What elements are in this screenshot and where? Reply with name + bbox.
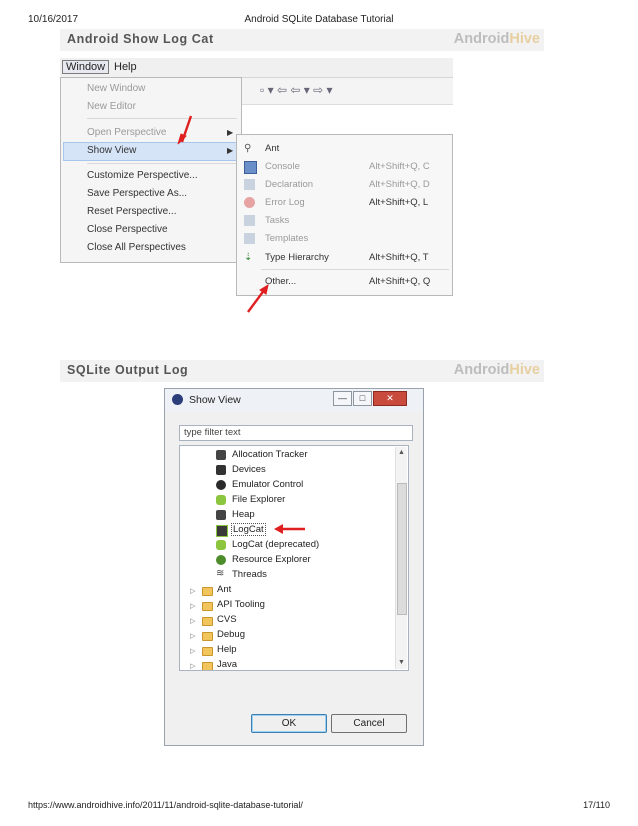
androidhive-logo: AndroidHive xyxy=(453,362,540,378)
banner-sqlite-output-log: SQLite Output Log AndroidHive xyxy=(60,360,544,382)
androidhive-logo: AndroidHive xyxy=(453,31,540,47)
banner-title: SQLite Output Log xyxy=(67,363,189,377)
logcat-annotation xyxy=(274,524,305,534)
red-arrow-other xyxy=(247,288,266,313)
banner-show-log-cat: Android Show Log Cat AndroidHive xyxy=(60,29,544,51)
footer-page-number: 17/110 xyxy=(583,800,610,810)
annotation-arrows xyxy=(177,115,269,313)
banner-title: Android Show Log Cat xyxy=(67,32,214,46)
cancel-button[interactable]: Cancel xyxy=(331,714,407,733)
arrowhead-icon xyxy=(274,524,283,534)
footer-url[interactable]: https://www.androidhive.info/2011/11/and… xyxy=(28,800,303,810)
header-title: Android SQLite Database Tutorial xyxy=(244,14,394,25)
arrowhead-icon xyxy=(177,133,187,145)
ok-button[interactable]: OK xyxy=(251,714,327,733)
show-view-dialog: Show View — □ ✕ type filter text Allocat… xyxy=(164,388,424,746)
eclipse-menu-screenshot: Window Help ▫ ▾ ⇦ ⇦ ▾ ⇨ ▾ New Window New… xyxy=(60,58,453,313)
